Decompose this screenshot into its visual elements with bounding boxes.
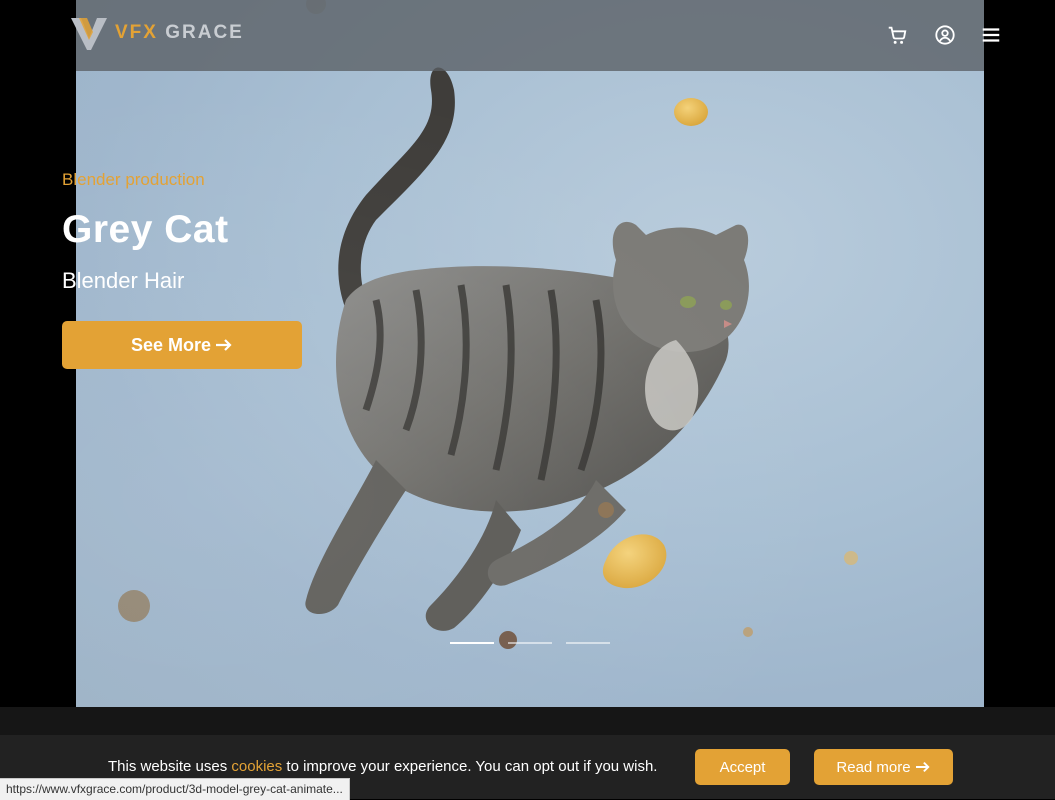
slider-dot-2[interactable]	[508, 642, 552, 644]
see-more-button[interactable]: See More	[62, 321, 302, 369]
vfx-grace-logo-icon	[71, 18, 107, 50]
slide-subtitle: Blender Hair	[62, 268, 185, 293]
arrow-right-icon	[915, 761, 930, 773]
section-divider	[0, 707, 1055, 735]
site-logo[interactable]: VFX GRACE	[69, 14, 244, 52]
menu-icon[interactable]	[980, 24, 1002, 46]
slide-caption: Blender production Grey Cat Blender Hair	[62, 170, 382, 294]
slider-dot-3[interactable]	[566, 642, 610, 644]
read-more-label: Read more	[836, 758, 911, 776]
cart-icon[interactable]	[886, 24, 908, 46]
arrow-right-icon	[216, 339, 232, 351]
see-more-label: See More	[130, 334, 212, 355]
cookies-link[interactable]: cookies	[231, 758, 282, 775]
slide-eyebrow: Blender production	[62, 170, 205, 189]
slider-dot-1[interactable]	[450, 642, 494, 644]
read-more-button[interactable]: Read more	[814, 749, 953, 785]
slide-title: Grey Cat	[62, 208, 229, 251]
slider-pagination	[450, 642, 610, 644]
status-bar-url: https://www.vfxgrace.com/product/3d-mode…	[0, 778, 350, 800]
accept-cookies-button[interactable]: Accept	[695, 749, 790, 785]
cookie-message: This website uses cookies to improve you…	[108, 758, 658, 775]
account-icon[interactable]	[934, 24, 956, 46]
logo-text: VFX GRACE	[115, 22, 244, 43]
